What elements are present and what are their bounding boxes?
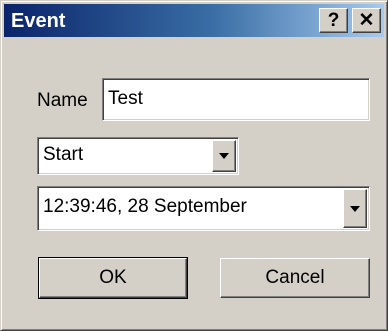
title-bar[interactable]: Event ? ✕ [4, 4, 384, 37]
help-icon: ? [327, 10, 340, 31]
close-icon: ✕ [358, 10, 375, 31]
datetime-value: 12:39:46, 28 September [43, 196, 247, 217]
chevron-down-icon [350, 205, 360, 212]
event-type-dropdown-button[interactable] [212, 140, 236, 172]
name-label: Name [37, 90, 88, 111]
ok-button[interactable]: OK [38, 257, 188, 299]
datetime-dropdown-button[interactable] [343, 189, 367, 228]
chevron-down-icon [219, 153, 229, 159]
event-type-select[interactable]: Start [37, 137, 239, 175]
datetime-select[interactable]: 12:39:46, 28 September [37, 186, 370, 231]
name-input[interactable]: Test [102, 78, 370, 121]
event-dialog: Event ? ✕ Name Test Start 12:39:46, 28 S… [0, 0, 388, 331]
help-button[interactable]: ? [319, 8, 348, 33]
close-button[interactable]: ✕ [352, 8, 381, 33]
dialog-title: Event [11, 10, 66, 32]
name-input-value: Test [108, 88, 143, 109]
event-type-value: Start [43, 144, 84, 165]
cancel-button[interactable]: Cancel [220, 258, 370, 298]
